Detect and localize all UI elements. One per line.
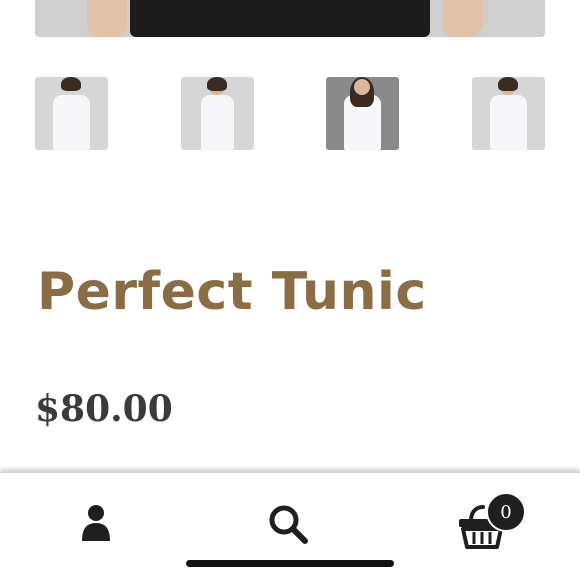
- thumbnail-hair: [498, 77, 518, 91]
- product-price: $80.00: [35, 388, 173, 430]
- thumbnail-back[interactable]: [35, 77, 108, 150]
- cart-count-badge: 0: [486, 492, 526, 532]
- thumbnail-gallery: [35, 77, 545, 150]
- account-button[interactable]: [66, 503, 126, 559]
- thumbnail-side[interactable]: [181, 77, 254, 150]
- thumbnail-side-front[interactable]: [472, 77, 545, 150]
- thumbnail-shirt: [490, 95, 527, 150]
- home-indicator[interactable]: [186, 560, 394, 567]
- main-product-image: [35, 0, 545, 37]
- thumbnail-hair: [61, 77, 81, 91]
- thumbnail-head: [354, 79, 370, 95]
- thumbnail-hair: [207, 77, 227, 91]
- model-arm-left: [87, 0, 127, 37]
- model-arm-right: [443, 0, 483, 37]
- thumbnail-shirt: [201, 95, 234, 150]
- search-icon: [269, 505, 308, 544]
- thumbnail-front[interactable]: [326, 77, 399, 150]
- user-icon: [82, 505, 110, 541]
- search-button[interactable]: [258, 503, 318, 559]
- product-title: Perfect Tunic: [37, 262, 427, 322]
- thumbnail-shirt: [53, 95, 90, 150]
- model-skirt: [130, 0, 430, 37]
